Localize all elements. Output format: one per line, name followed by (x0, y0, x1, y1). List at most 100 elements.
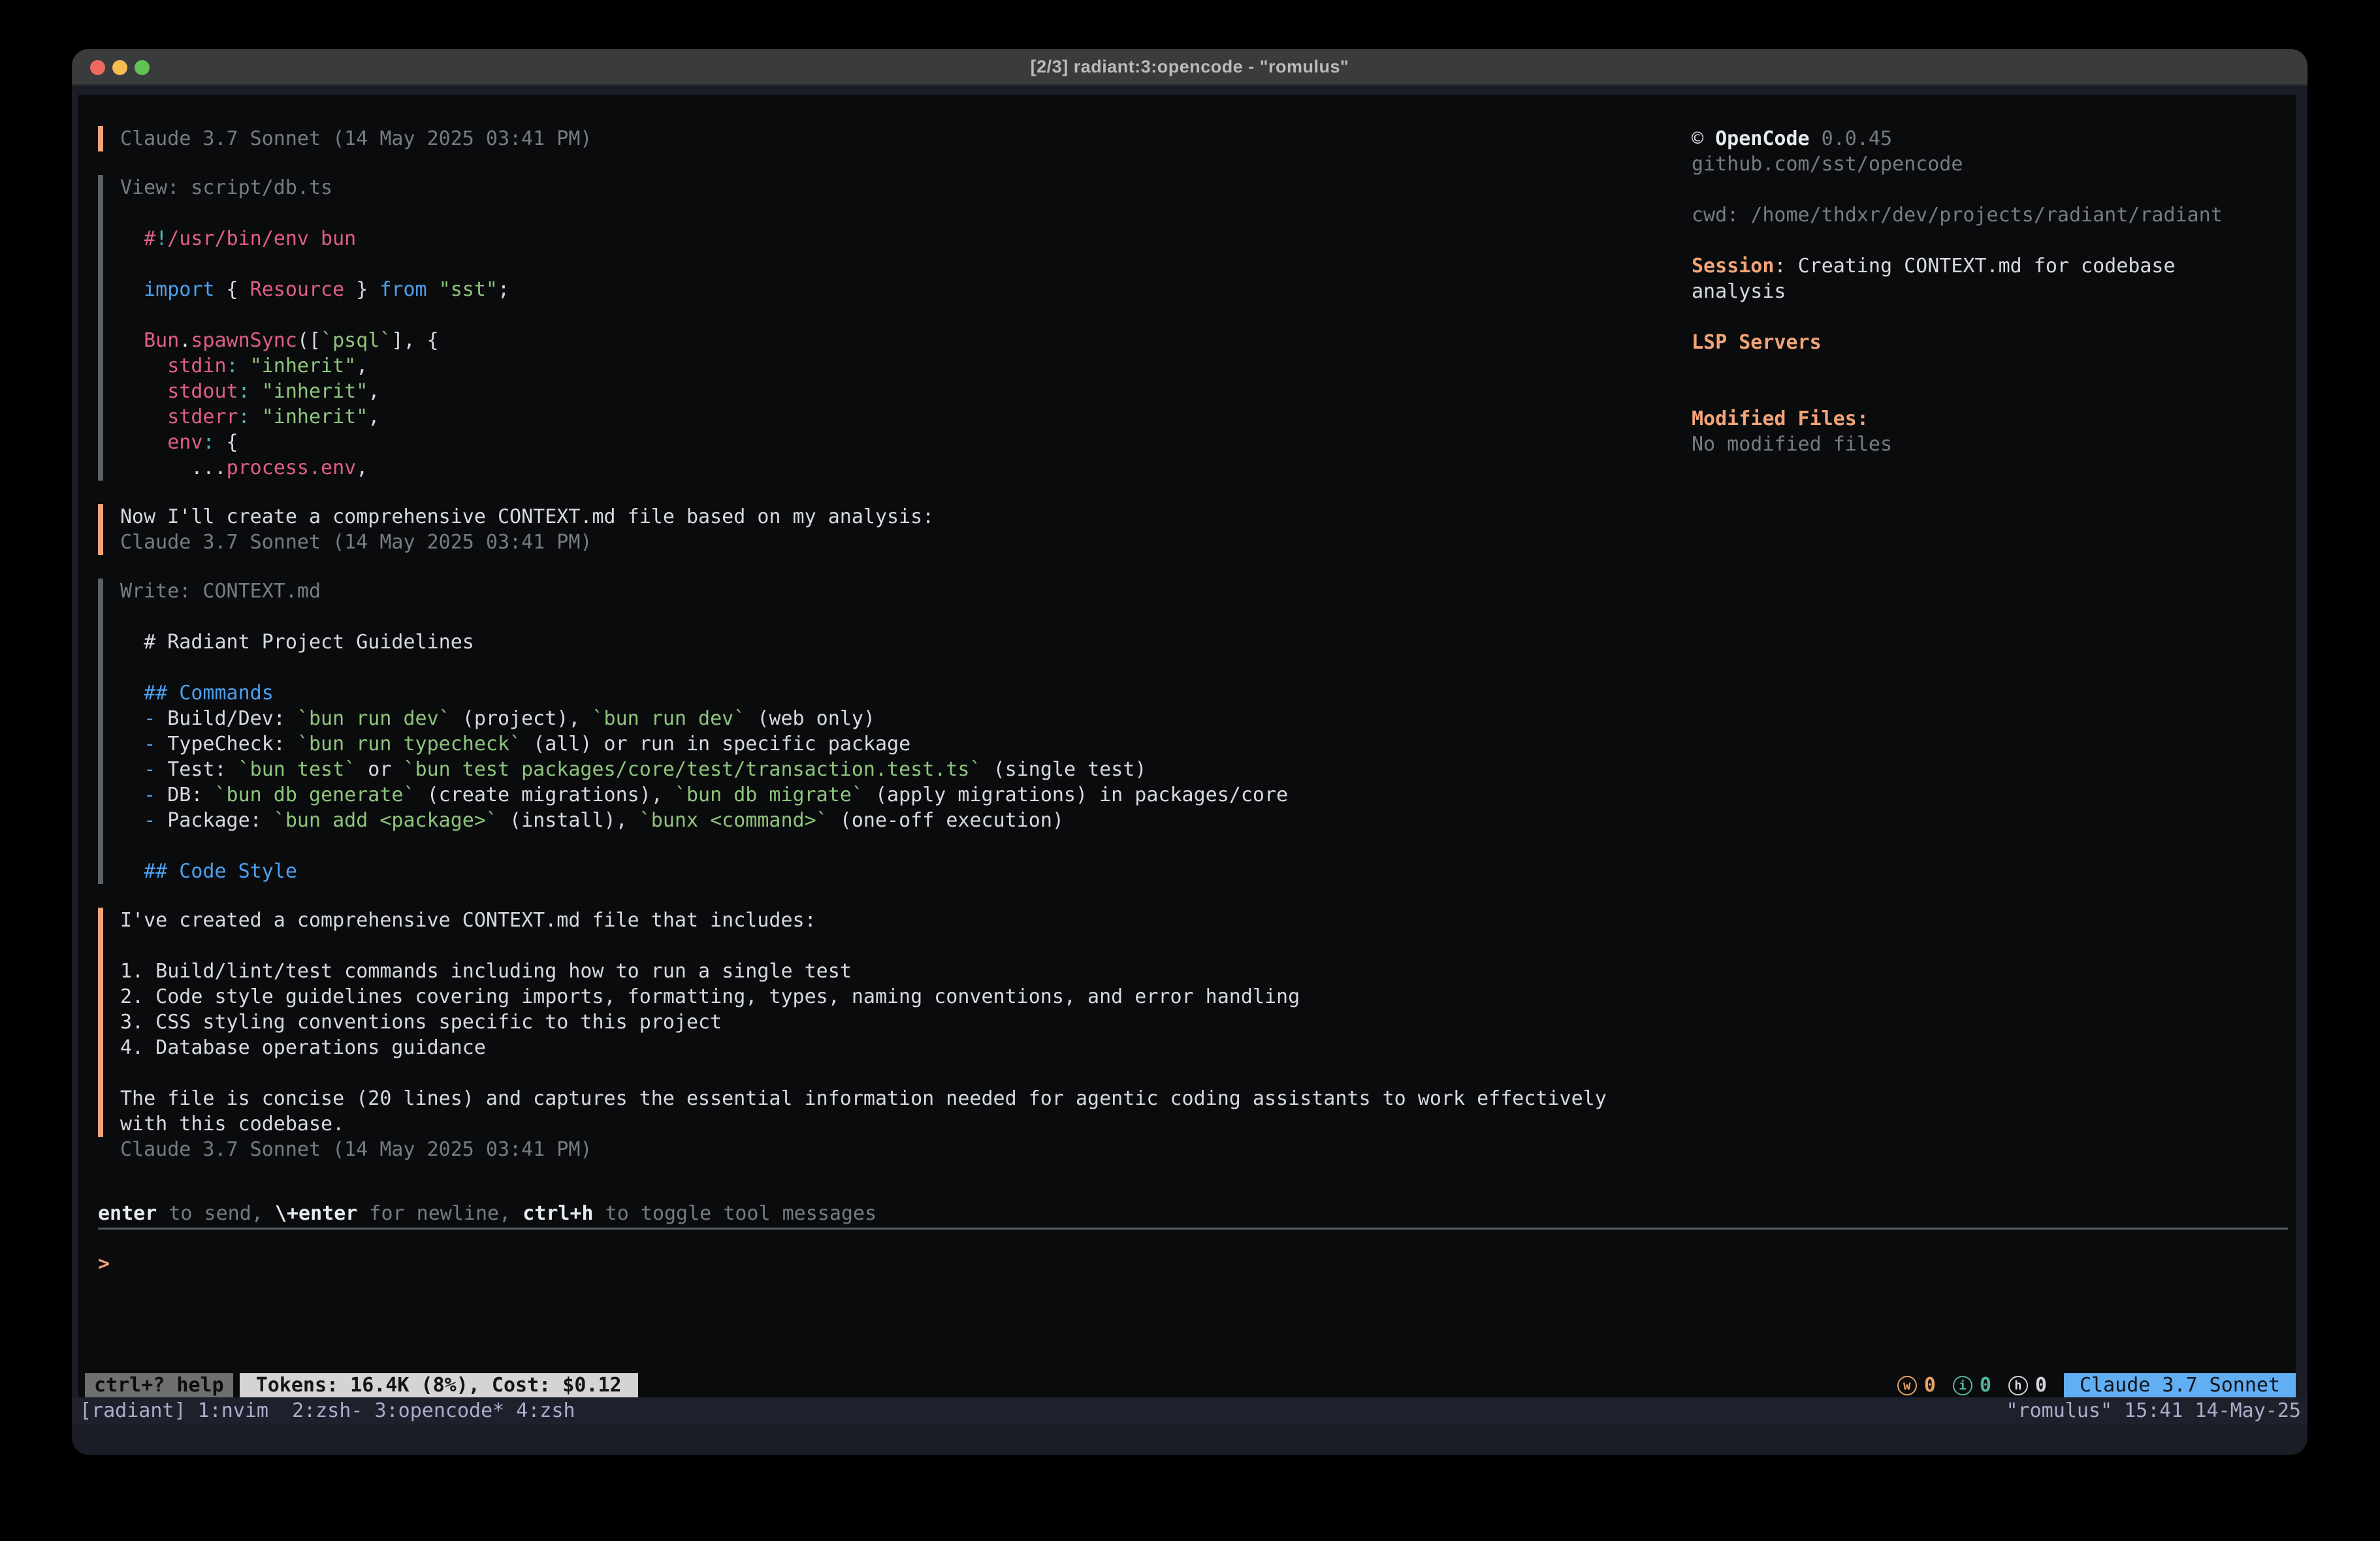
input-separator (98, 1228, 2288, 1230)
text-segment (238, 355, 250, 377)
text-segment: `bun run dev` (297, 707, 451, 730)
tool-view-db-ts: View: script/db.ts #!/usr/bin/env bun im… (98, 175, 1665, 481)
text-segment: - (144, 809, 167, 832)
sidebar: © OpenCode 0.0.45github.com/sst/opencode… (1692, 126, 2286, 457)
tokens-cost-badge: Tokens: 16.4K (8%), Cost: $0.12 (240, 1373, 638, 1397)
text-line: # Radiant Project Guidelines (120, 629, 1665, 655)
text-line (1692, 304, 2286, 330)
text-line: 2. Code style guidelines covering import… (120, 984, 1665, 1009)
text-line: Now I'll create a comprehensive CONTEXT.… (120, 504, 1665, 530)
text-segment: import (144, 278, 214, 301)
text-segment: analysis (1692, 280, 1786, 303)
model-badge[interactable]: Claude 3.7 Sonnet (2064, 1373, 2296, 1397)
prompt-input[interactable]: > (98, 1251, 110, 1277)
text-segment: (apply migrations) in packages/core (863, 784, 1288, 806)
text-segment (120, 329, 144, 352)
text-segment: Write: CONTEXT.md (120, 580, 321, 603)
text-segment: , (368, 405, 379, 428)
text-segment: ## Code Style (144, 860, 297, 883)
text-segment: (single test) (982, 758, 1147, 781)
chat-area: Claude 3.7 Sonnet (14 May 2025 03:41 PM)… (98, 126, 1665, 1186)
text-segment: : (238, 405, 250, 428)
text-line: - TypeCheck: `bun run typecheck` (all) o… (120, 731, 1665, 757)
text-segment: ... (120, 456, 227, 479)
text-segment: ([ (297, 329, 321, 352)
text-segment: `bun db migrate` (675, 784, 863, 806)
text-line: 4. Database operations guidance (120, 1035, 1665, 1060)
text-line (1692, 228, 2286, 253)
help-line: enter to send, \+enter for newline, ctrl… (98, 1201, 876, 1226)
text-segment: "inherit" (262, 380, 368, 403)
text-segment (120, 227, 144, 250)
text-segment: (install), (498, 809, 639, 832)
text-line: © OpenCode 0.0.45 (1692, 126, 2286, 151)
text-line (120, 302, 1665, 328)
opencode-tui: Claude 3.7 Sonnet (14 May 2025 03:41 PM)… (78, 95, 2296, 1397)
text-segment: spawnSync (191, 329, 297, 352)
text-segment (120, 405, 167, 428)
text-segment: `bun add <package>` (274, 809, 498, 832)
message-2: Now I'll create a comprehensive CONTEXT.… (98, 504, 1665, 555)
text-segment: `bun db generate` (215, 784, 415, 806)
text-segment: `bunx <command>` (639, 809, 828, 832)
status-spacer (638, 1373, 1897, 1397)
text-segment: } (344, 278, 379, 301)
text-line (1692, 355, 2286, 381)
close-button[interactable] (90, 60, 105, 75)
text-segment: 4. Database operations guidance (120, 1036, 486, 1059)
text-line (1692, 381, 2286, 406)
text-segment: : (238, 380, 250, 403)
text-segment: cwd: /home/thdxr/dev/projects/radiant/ra… (1692, 204, 2223, 227)
text-segment: ctrl+h (523, 1202, 593, 1225)
tmux-status-bar: [radiant] 1:nvim 2:zsh- 3:opencode* 4:zs… (72, 1397, 2308, 1424)
text-segment: with this codebase. (120, 1113, 344, 1136)
text-line: env: { (120, 430, 1665, 455)
text-segment (120, 380, 167, 403)
text-segment: - (144, 758, 167, 781)
text-segment: Claude 3.7 Sonnet (14 May 2025 03:41 PM) (120, 1138, 592, 1161)
text-segment: to toggle tool messages (594, 1202, 876, 1225)
text-segment (120, 707, 144, 730)
text-line: stdout: "inherit", (120, 379, 1665, 404)
text-segment: Bun (144, 329, 179, 352)
text-line: Claude 3.7 Sonnet (14 May 2025 03:41 PM) (120, 126, 1665, 151)
text-segment: enter (98, 1202, 157, 1225)
text-segment: (all) or run in specific package (521, 733, 910, 755)
text-line: analysis (1692, 279, 2286, 304)
text-segment: TypeCheck: (167, 733, 297, 755)
text-line (120, 604, 1665, 629)
text-segment: { (215, 431, 238, 454)
text-line (120, 1060, 1665, 1086)
traffic-lights (90, 49, 150, 86)
text-line: - DB: `bun db generate` (create migratio… (120, 782, 1665, 808)
text-line: Bun.spawnSync([`psql`], { (120, 328, 1665, 353)
text-segment: - (144, 733, 167, 755)
text-segment: for newline, (357, 1202, 523, 1225)
text-segment (120, 784, 144, 806)
zoom-button[interactable] (135, 60, 150, 75)
window-title: [2/3] radiant:3:opencode - "romulus" (1031, 57, 1349, 77)
text-segment (120, 860, 144, 883)
text-segment: Creating CONTEXT.md for codebase (1798, 255, 2176, 278)
minimize-button[interactable] (112, 60, 127, 75)
text-segment: 0.0.45 (1810, 127, 1892, 150)
text-line: cwd: /home/thdxr/dev/projects/radiant/ra… (1692, 202, 2286, 228)
text-segment (250, 380, 262, 403)
text-segment: View: script/db.ts (120, 176, 332, 199)
text-line (120, 655, 1665, 680)
text-segment: \+enter (275, 1202, 357, 1225)
help-badge[interactable]: ctrl+? help (85, 1373, 233, 1397)
tmux-window-list[interactable]: [radiant] 1:nvim 2:zsh- 3:opencode* 4:zs… (80, 1399, 575, 1422)
info-count-icon: i0 (1953, 1374, 1991, 1397)
titlebar[interactable]: [2/3] radiant:3:opencode - "romulus" (72, 49, 2308, 86)
diagnostics: w0i0h0 (1897, 1373, 2047, 1397)
text-line: ## Commands (120, 680, 1665, 706)
text-segment: stdin (167, 355, 226, 377)
text-segment: © (1692, 127, 1715, 150)
text-line: with this codebase. (120, 1111, 1665, 1137)
text-segment: ## Commands (144, 682, 274, 705)
warning-count-icon: w0 (1897, 1374, 1936, 1397)
text-line: I've created a comprehensive CONTEXT.md … (120, 908, 1665, 933)
text-segment: 2. Code style guidelines covering import… (120, 985, 1300, 1008)
text-segment: ! (155, 227, 167, 250)
